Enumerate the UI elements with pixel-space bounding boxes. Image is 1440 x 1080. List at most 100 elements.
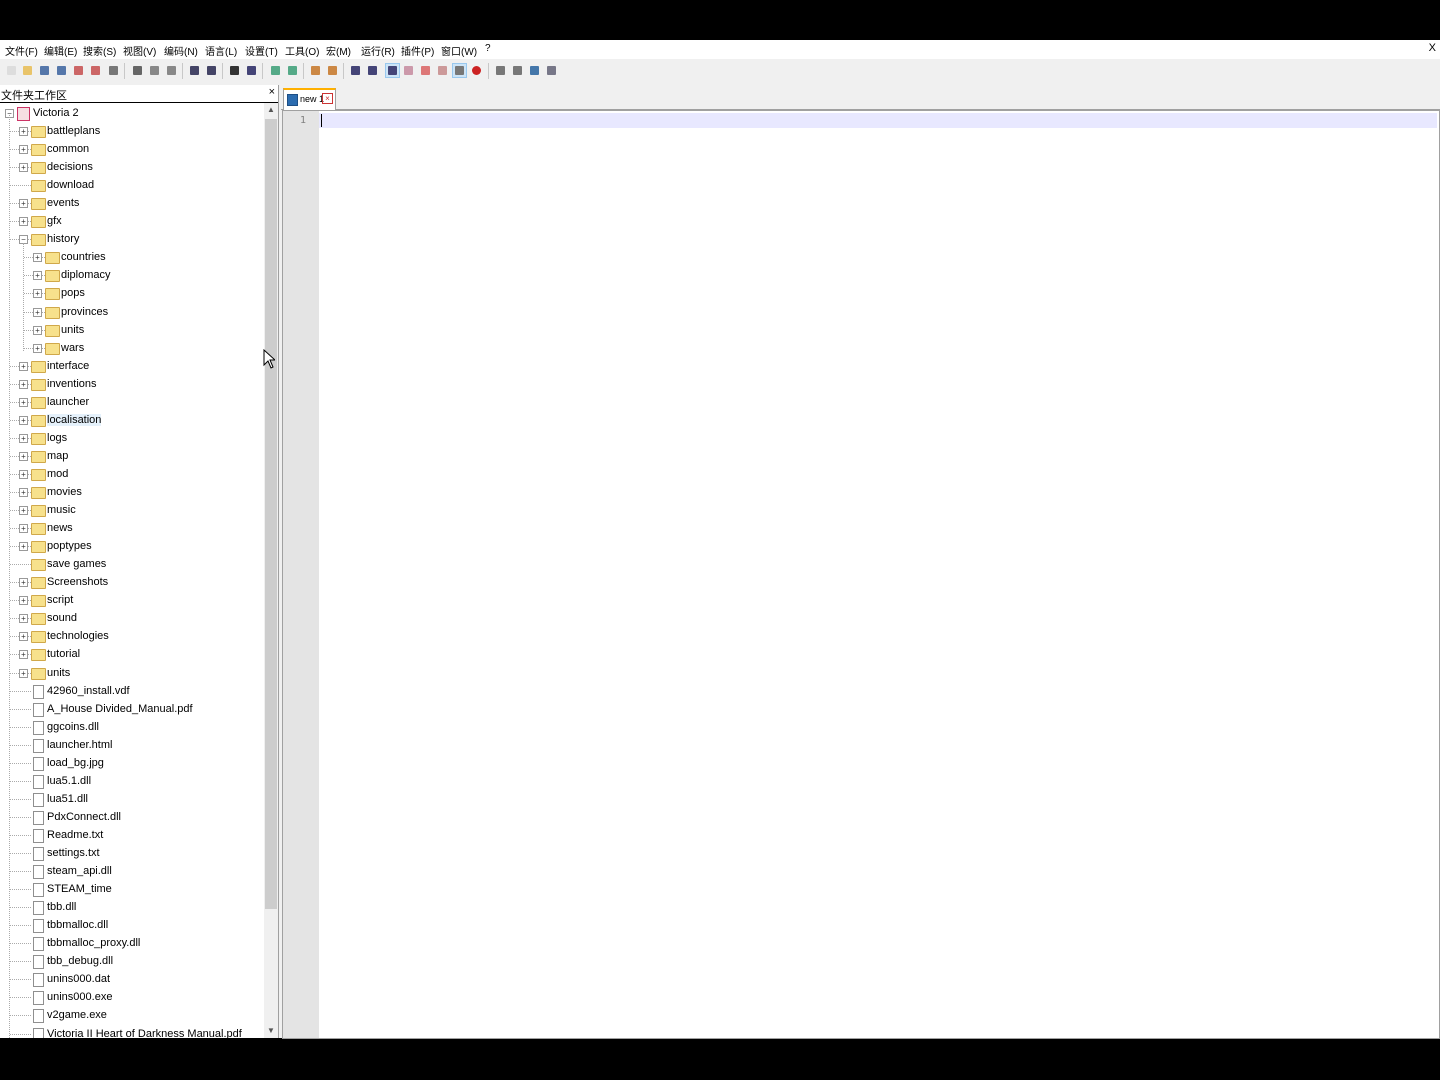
tree-file[interactable]: tbb.dll: [0, 899, 264, 917]
replace-icon[interactable]: [245, 64, 258, 77]
expand-icon[interactable]: +: [33, 271, 42, 281]
tree-folder[interactable]: + mod: [0, 466, 264, 484]
menu-item-9[interactable]: 运行(R): [361, 43, 395, 58]
tree-folder[interactable]: + common: [0, 141, 264, 159]
tree-file[interactable]: tbbmalloc_proxy.dll: [0, 935, 264, 953]
tree-folder[interactable]: + news: [0, 520, 264, 538]
tree-file[interactable]: unins000.exe: [0, 989, 264, 1007]
tree-folder[interactable]: + map: [0, 448, 264, 466]
function-list-icon[interactable]: [402, 64, 415, 77]
paste-icon[interactable]: [165, 64, 178, 77]
expand-icon[interactable]: +: [19, 596, 28, 606]
close-all-icon[interactable]: [89, 64, 102, 77]
expand-icon[interactable]: +: [19, 433, 28, 443]
close-icon[interactable]: [72, 64, 85, 77]
scroll-thumb[interactable]: [265, 119, 277, 909]
tree-folder[interactable]: + units: [0, 322, 264, 340]
show-all-chars-icon[interactable]: [366, 64, 379, 77]
tree-root[interactable]: − Victoria 2: [0, 105, 264, 123]
expand-icon[interactable]: +: [19, 469, 28, 479]
expand-icon[interactable]: +: [19, 488, 28, 497]
menu-item-4[interactable]: 编码(N): [164, 43, 198, 58]
scroll-up-arrow-icon[interactable]: ▲: [264, 103, 278, 117]
tree-folder[interactable]: + script: [0, 592, 264, 610]
word-wrap-icon[interactable]: [349, 64, 362, 77]
tree-folder[interactable]: + tutorial: [0, 646, 264, 664]
tree-folder[interactable]: + poptypes: [0, 538, 264, 556]
expand-icon[interactable]: +: [19, 542, 28, 552]
expand-icon[interactable]: +: [33, 343, 42, 353]
expand-icon[interactable]: +: [19, 163, 28, 173]
tree-folder[interactable]: + logs: [0, 430, 264, 448]
tree-file[interactable]: steam_api.dll: [0, 863, 264, 881]
tree-folder[interactable]: + countries: [0, 249, 264, 267]
monitoring-icon[interactable]: [452, 63, 467, 78]
stop-macro-icon[interactable]: [494, 64, 507, 77]
panel-close-button[interactable]: ×: [269, 86, 275, 98]
new-file-icon[interactable]: [5, 64, 18, 77]
tree-file[interactable]: unins000.dat: [0, 971, 264, 989]
tree-folder[interactable]: + launcher: [0, 394, 264, 412]
menu-item-0[interactable]: 文件(F): [5, 43, 38, 58]
tree-folder[interactable]: + music: [0, 502, 264, 520]
tree-file[interactable]: STEAM_time: [0, 881, 264, 899]
menu-item-5[interactable]: 语言(L): [205, 43, 237, 58]
tree-folder[interactable]: + pops: [0, 285, 264, 303]
menu-item-7[interactable]: 工具(O): [285, 43, 319, 58]
expand-icon[interactable]: +: [19, 379, 28, 389]
print-icon[interactable]: [107, 64, 120, 77]
menu-item-1[interactable]: 编辑(E): [44, 43, 77, 58]
tree-file[interactable]: 42960_install.vdf: [0, 683, 264, 701]
open-file-icon[interactable]: [21, 64, 34, 77]
tree-folder[interactable]: + diplomacy: [0, 267, 264, 285]
tree-file[interactable]: lua5.1.dll: [0, 773, 264, 791]
document-map-icon[interactable]: [419, 64, 432, 77]
tab-new-1[interactable]: new 1 ×: [283, 88, 336, 110]
cut-icon[interactable]: [131, 64, 144, 77]
menu-item-3[interactable]: 视图(V): [123, 43, 156, 58]
expand-icon[interactable]: +: [19, 397, 28, 407]
tree-file[interactable]: PdxConnect.dll: [0, 809, 264, 827]
zoom-in-icon[interactable]: [269, 64, 282, 77]
text-editor[interactable]: 1: [282, 110, 1440, 1039]
menu-item-8[interactable]: 宏(M): [326, 43, 351, 58]
tree-file[interactable]: v2game.exe: [0, 1007, 264, 1025]
expand-icon[interactable]: +: [19, 668, 28, 678]
tree-folder[interactable]: + units: [0, 665, 264, 683]
expand-icon[interactable]: +: [19, 578, 28, 588]
tree-file[interactable]: A_House Divided_Manual.pdf: [0, 701, 264, 719]
tree-folder[interactable]: + inventions: [0, 376, 264, 394]
tree-file[interactable]: Readme.txt: [0, 827, 264, 845]
tree-file[interactable]: launcher.html: [0, 737, 264, 755]
expand-icon[interactable]: +: [19, 361, 28, 371]
tree-file[interactable]: load_bg.jpg: [0, 755, 264, 773]
tree-folder[interactable]: + gfx: [0, 213, 264, 231]
tree-folder[interactable]: download: [0, 177, 264, 195]
save-macro-icon[interactable]: [545, 64, 558, 77]
copy-icon[interactable]: [148, 64, 161, 77]
tree-folder[interactable]: + wars: [0, 340, 264, 358]
menu-item-11[interactable]: 窗口(W): [441, 43, 477, 58]
expand-icon[interactable]: +: [19, 632, 28, 642]
expand-icon[interactable]: +: [19, 614, 28, 624]
tree-file[interactable]: tbbmalloc.dll: [0, 917, 264, 935]
tree-folder[interactable]: + localisation: [0, 412, 264, 430]
undo-icon[interactable]: [188, 64, 201, 77]
tree-folder[interactable]: + interface: [0, 358, 264, 376]
tree-file[interactable]: lua51.dll: [0, 791, 264, 809]
expand-icon[interactable]: +: [33, 289, 42, 299]
redo-icon[interactable]: [205, 64, 218, 77]
expand-icon[interactable]: +: [19, 127, 28, 136]
record-macro-icon[interactable]: [470, 64, 483, 77]
expand-icon[interactable]: +: [19, 145, 28, 155]
expand-icon[interactable]: +: [19, 199, 28, 209]
menu-item-2[interactable]: 搜索(S): [83, 43, 116, 58]
tree-folder[interactable]: + events: [0, 195, 264, 213]
expand-icon[interactable]: +: [33, 325, 42, 335]
indent-guide-icon[interactable]: [385, 63, 400, 78]
tree-folder[interactable]: + provinces: [0, 304, 264, 322]
expand-icon[interactable]: +: [19, 524, 28, 534]
sync-horizontal-icon[interactable]: [326, 64, 339, 77]
play-macro-icon[interactable]: [511, 64, 524, 77]
menu-item-12[interactable]: ?: [485, 43, 491, 54]
